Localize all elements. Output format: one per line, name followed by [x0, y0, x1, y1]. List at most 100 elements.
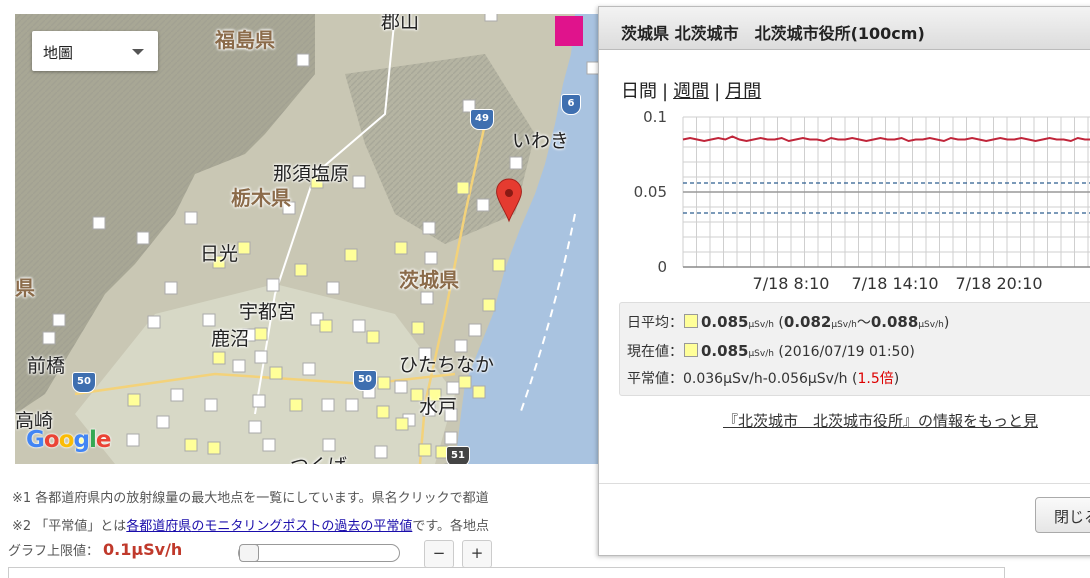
stats-panel: 日平均： 0.085μSv/h (0.082μSv/h〜0.088μSv/h) 現… [619, 302, 1090, 396]
monitoring-point[interactable] [472, 385, 486, 399]
google-logo: Google [26, 427, 111, 453]
monitoring-point[interactable] [136, 231, 150, 245]
monitoring-point[interactable] [376, 405, 390, 419]
monitoring-point[interactable] [52, 313, 66, 327]
increase-button[interactable]: + [462, 540, 492, 568]
tab-monthly[interactable]: 月間 [725, 81, 761, 102]
monitoring-point[interactable] [509, 156, 523, 170]
list-panel [8, 567, 1005, 578]
monitoring-point[interactable] [322, 438, 336, 452]
monitoring-point[interactable] [394, 380, 408, 394]
city-label-kanuma: 鹿沼 [211, 328, 250, 350]
monitoring-point[interactable] [395, 417, 409, 431]
level-square-icon [684, 343, 698, 357]
monitoring-point[interactable] [296, 53, 310, 67]
high-value-marker[interactable] [555, 16, 583, 46]
monitoring-point[interactable] [374, 445, 388, 459]
monitoring-point[interactable] [352, 175, 366, 189]
monitoring-point[interactable] [262, 438, 276, 452]
monitoring-point[interactable] [302, 362, 316, 376]
pref-label-ibaraki[interactable]: 茨城県 [399, 264, 459, 293]
monitoring-point[interactable] [126, 433, 140, 447]
monitoring-point[interactable] [207, 441, 221, 455]
monitoring-point[interactable] [269, 366, 283, 380]
monitoring-point[interactable] [424, 251, 438, 265]
note-1: ※1 各都道府県内の放射線量の最大地点を一覧にしています。県名クリックで都道 [12, 491, 489, 506]
monitoring-point[interactable] [456, 181, 470, 195]
x-tick-label: 7/18 8:10 [753, 274, 830, 293]
route-shield-49: 49 [470, 109, 494, 130]
monitoring-point[interactable] [411, 321, 425, 335]
monitoring-point[interactable] [326, 281, 340, 295]
monitoring-point[interactable] [237, 241, 251, 255]
monitoring-point[interactable] [476, 198, 490, 212]
monitoring-point[interactable] [444, 431, 458, 445]
monitoring-point[interactable] [366, 330, 380, 344]
monitoring-point[interactable] [184, 211, 198, 225]
pref-label-tochigi[interactable]: 栃木県 [231, 182, 291, 211]
monitoring-point[interactable] [484, 14, 498, 22]
monitoring-point[interactable] [254, 327, 268, 341]
monitoring-point[interactable] [164, 281, 178, 295]
monitoring-point[interactable] [394, 241, 408, 255]
more-info-link[interactable]: 『北茨城市 北茨城市役所』の情報をもっと見 [723, 410, 1038, 431]
ratio-value: 1.5倍 [857, 371, 894, 387]
note-2: ※2 「平常値」とは各都道府県のモニタリングポストの過去の平常値です。各地点 [12, 519, 490, 534]
monitoring-point[interactable] [184, 438, 198, 452]
route-shield-6: 6 [561, 94, 581, 115]
pref-label-partial[interactable]: 県 [15, 272, 35, 301]
monitoring-point[interactable] [418, 443, 432, 457]
dose-chart: 0.1 0.05 0 7/18 8:10 7/18 14:10 7/18 20:10 [634, 108, 1090, 293]
map-terrain [15, 14, 598, 464]
monitoring-point[interactable] [422, 221, 436, 235]
monitoring-point[interactable] [42, 331, 56, 345]
monitoring-point[interactable] [586, 61, 598, 75]
close-button[interactable]: 閉じる [1035, 497, 1090, 533]
monitoring-point[interactable] [147, 315, 161, 329]
monitoring-point[interactable] [377, 376, 391, 390]
map[interactable]: 福島県 栃木県 茨城県 県 郡山 いわき 那須塩原 日光 宇都宮 鹿沼 ひたちな… [15, 14, 598, 464]
monitoring-point[interactable] [294, 263, 308, 277]
dialog-footer [599, 483, 1090, 484]
monitoring-point[interactable] [289, 398, 303, 412]
location-dialog: 茨城県 北茨城市 北茨城市役所(100cm) 日間 | 週間 | 月間 0.1 0.05 0… [598, 6, 1090, 556]
graph-limit: グラフ上限値： 0.1μSv/h [8, 540, 182, 559]
level-square-icon [684, 314, 698, 328]
tab-weekly[interactable]: 週間 [673, 81, 709, 102]
link-normal-values[interactable]: のモニタリングポストの過去の平常値 [191, 519, 412, 534]
monitoring-point[interactable] [212, 351, 226, 365]
pref-label-fukushima[interactable]: 福島県 [215, 24, 275, 53]
monitoring-point[interactable] [352, 319, 366, 333]
monitoring-point[interactable] [468, 323, 482, 337]
monitoring-point[interactable] [319, 319, 333, 333]
monitoring-point[interactable] [420, 291, 434, 305]
city-label-iwaki: いわき [512, 130, 570, 152]
decrease-button[interactable]: − [424, 540, 454, 568]
graph-limit-label: グラフ上限値： [8, 544, 100, 559]
map-type-select[interactable]: 地圖 [32, 31, 158, 71]
monitoring-point[interactable] [344, 248, 358, 262]
monitoring-point[interactable] [252, 394, 266, 408]
link-prefectures[interactable]: 各都道府県 [126, 519, 191, 534]
normal-range: 0.036μSv/h-0.056μSv/h [683, 371, 848, 387]
monitoring-point[interactable] [266, 278, 280, 292]
monitoring-point[interactable] [321, 398, 335, 412]
monitoring-point[interactable] [482, 298, 496, 312]
monitoring-point[interactable] [127, 393, 141, 407]
dialog-title[interactable]: 茨城県 北茨城市 北茨城市役所(100cm) [599, 7, 1090, 50]
monitoring-point[interactable] [204, 398, 218, 412]
monitoring-point[interactable] [345, 398, 359, 412]
city-label-tsukuba: つくば [290, 451, 347, 464]
daily-average-value: 0.085 [701, 313, 749, 331]
monitoring-point[interactable] [92, 216, 106, 230]
tab-daily[interactable]: 日間 [621, 81, 657, 102]
monitoring-point[interactable] [170, 388, 184, 402]
monitoring-point[interactable] [254, 350, 268, 364]
graph-limit-slider[interactable] [238, 544, 400, 562]
monitoring-point[interactable] [248, 420, 262, 434]
monitoring-point[interactable] [232, 359, 246, 373]
monitoring-point[interactable] [492, 258, 506, 272]
monitoring-point[interactable] [458, 375, 472, 389]
slider-thumb[interactable] [239, 544, 259, 562]
monitoring-point[interactable] [156, 415, 170, 429]
